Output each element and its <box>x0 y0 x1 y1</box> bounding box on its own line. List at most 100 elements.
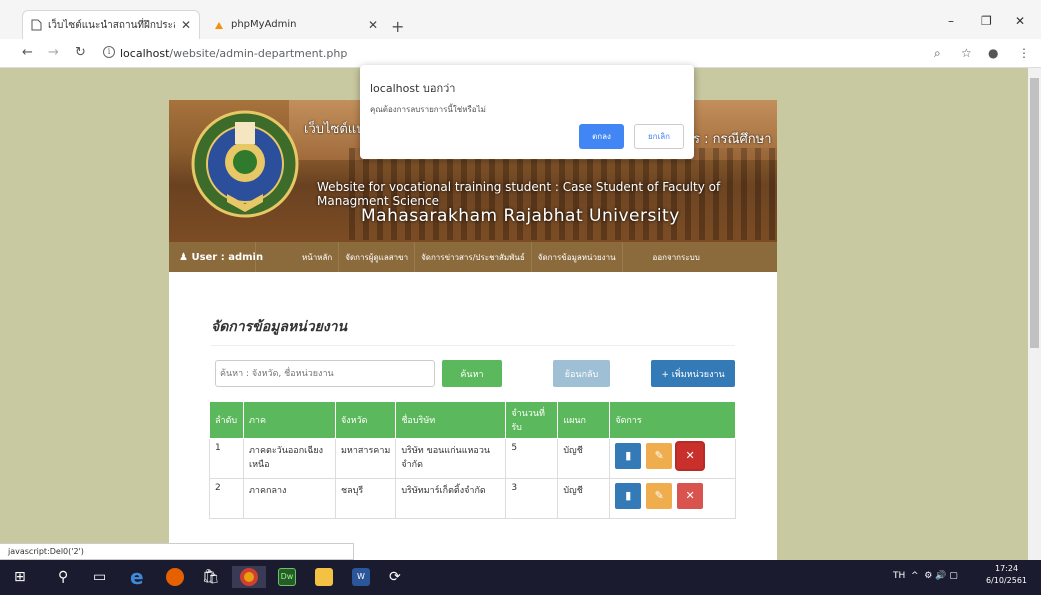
main-nav: ♟ User : admin หน้าหลัก จัดการผู้ดูแลสาข… <box>169 242 777 272</box>
clock-time: 17:24 <box>994 564 1019 573</box>
dialog-title: localhost บอกว่า <box>370 82 456 95</box>
back-arrow-icon[interactable]: ← <box>22 45 33 60</box>
word-icon[interactable]: W <box>352 566 370 588</box>
url-host: localhost <box>120 47 170 60</box>
col-header: จำนวนที่รับ <box>505 401 559 439</box>
nav-item-logout[interactable]: ออกจากระบบ <box>621 242 706 272</box>
store-icon[interactable]: 🛍 <box>202 566 220 588</box>
status-bar: javascript:Del0('2') <box>0 543 354 560</box>
scrollbar-thumb[interactable] <box>1030 78 1039 348</box>
profile-icon[interactable]: ● <box>988 46 998 60</box>
col-header: ชื่อบริษัท <box>395 401 507 439</box>
close-window-button[interactable]: ✕ <box>1015 14 1025 28</box>
cell-actions: ▮ ✎ ✕ <box>609 478 736 519</box>
cell-quota: 5 <box>505 438 559 479</box>
windows-start-icon[interactable]: ⊞ <box>14 566 26 588</box>
cell-no: 2 <box>209 478 244 519</box>
page-icon <box>31 19 42 31</box>
forward-arrow-icon[interactable]: → <box>48 45 59 60</box>
tab-close-icon[interactable]: ✕ <box>368 18 378 32</box>
app-icon[interactable]: ⟳ <box>389 566 401 588</box>
firefox-icon[interactable] <box>166 566 184 588</box>
minimize-button[interactable]: – <box>948 14 954 28</box>
department-table: ลำดับ ภาค จังหวัด ชื่อบริษัท จำนวนที่รับ… <box>209 401 736 519</box>
tab-label: phpMyAdmin <box>231 19 297 30</box>
cell-region: ภาคกลาง <box>243 478 336 519</box>
menu-icon[interactable]: ⋮ <box>1018 46 1030 60</box>
page-title: จัดการข้อมูลหน่วยงาน <box>211 319 348 335</box>
cell-actions: ▮ ✎ ✕ <box>609 438 736 479</box>
dialog-cancel-button[interactable]: ยกเลิก <box>634 124 684 149</box>
page-scrollbar[interactable] <box>1028 68 1041 560</box>
view-file-icon[interactable]: ▮ <box>615 443 642 469</box>
tab-phpmyadmin[interactable]: phpMyAdmin ✕ <box>206 10 386 39</box>
taskbar: ⊞ ⚲ ▭ e 🛍 Dw W ⟳ TH ^ ⚙ 🔊 ▢ 17:24 6/10/25… <box>0 560 1041 595</box>
search-button[interactable]: ค้นหา <box>442 360 502 387</box>
clock-date: 6/10/2561 <box>986 576 1028 585</box>
table-row: 1 ภาคตะวันออกเฉียงเหนือ มหาสารคาม บริษัท… <box>209 438 736 479</box>
user-label: ♟ User : admin <box>179 251 264 263</box>
dialog-message: คุณต้องการลบรายการนี้ใช่หรือไม่ <box>370 105 486 114</box>
bookmark-star-icon[interactable]: ☆ <box>961 46 972 60</box>
cell-quota: 3 <box>505 478 559 519</box>
info-icon[interactable]: i <box>103 46 115 58</box>
search-icon[interactable]: ⚲ <box>58 566 68 588</box>
cell-no: 1 <box>209 438 244 479</box>
nav-item-home[interactable]: หน้าหลัก <box>255 242 338 272</box>
banner-title-right: ร : กรณีศึกษา <box>693 132 772 147</box>
user-name: User : admin <box>191 251 264 263</box>
col-header: ภาค <box>243 401 336 439</box>
confirm-dialog: localhost บอกว่า คุณต้องการลบรายการนี้ใช… <box>360 65 694 159</box>
tab-close-icon[interactable]: ✕ <box>181 18 191 32</box>
edge-icon[interactable]: e <box>130 565 144 589</box>
cell-province: มหาสารคาม <box>334 438 397 479</box>
search-input[interactable] <box>215 360 435 387</box>
col-header: แผนก <box>557 401 611 439</box>
zoom-icon[interactable]: ⌕ <box>934 46 941 61</box>
nav-item-admins[interactable]: จัดการผู้ดูแลสาขา <box>338 242 414 272</box>
col-header: จัดการ <box>609 401 736 439</box>
clock[interactable]: 17:24 6/10/2561 <box>986 563 1027 587</box>
university-seal-icon <box>191 110 299 218</box>
screen: เว็บไซต์แนะนำสถานที่ฝึกประสบการณ์ ✕ phpM… <box>0 0 1041 595</box>
cell-region: ภาคตะวันออกเฉียงเหนือ <box>243 438 336 479</box>
dreamweaver-icon[interactable]: Dw <box>278 566 296 588</box>
new-tab-button[interactable]: + <box>391 17 404 36</box>
cell-company: บริษัทมาร์เก็ตติ้งจำกัด <box>395 478 507 519</box>
cell-dept: บัญชี <box>557 478 611 519</box>
address-bar: ← → ↻ i localhost/website/admin-departme… <box>0 39 1041 68</box>
content-container: เว็บไซต์แนะ ร : กรณีศึกษา Website for vo… <box>169 100 777 560</box>
file-explorer-icon[interactable] <box>315 566 333 588</box>
tab-label: เว็บไซต์แนะนำสถานที่ฝึกประสบการณ์ <box>48 19 175 31</box>
back-button[interactable]: ย้อนกลับ <box>553 360 610 387</box>
add-department-button[interactable]: + เพิ่มหน่วยงาน <box>651 360 735 387</box>
edit-icon[interactable]: ✎ <box>646 483 673 509</box>
restore-button[interactable]: ❐ <box>981 14 992 28</box>
cell-company: บริษัท ขอนแก่นแหอวน จำกัด <box>395 438 507 479</box>
system-tray: TH ^ ⚙ 🔊 ▢ <box>893 571 958 581</box>
nav-item-news[interactable]: จัดการข่าวสาร/ประชาสัมพันธ์ <box>414 242 531 272</box>
col-header: จังหวัด <box>334 401 397 439</box>
view-file-icon[interactable]: ▮ <box>615 483 642 509</box>
url-field[interactable]: localhost/website/admin-department.php <box>120 47 347 60</box>
banner-subtitle: Website for vocational training student … <box>317 180 721 208</box>
cell-dept: บัญชี <box>557 438 611 479</box>
dialog-ok-button[interactable]: ตกลง <box>579 124 624 149</box>
table-row: 2 ภาคกลาง ชลบุรี บริษัทมาร์เก็ตติ้งจำกัด… <box>209 478 736 519</box>
reload-icon[interactable]: ↻ <box>75 45 86 60</box>
delete-icon[interactable]: ✕ <box>677 443 704 469</box>
banner-university: Mahasarakham Rajabhat University <box>361 206 680 226</box>
divider <box>211 345 735 346</box>
language-indicator[interactable]: TH <box>893 571 905 581</box>
cell-province: ชลบุรี <box>334 478 397 519</box>
task-view-icon[interactable]: ▭ <box>93 566 106 588</box>
chrome-icon[interactable] <box>232 566 266 588</box>
browser-tab-bar: เว็บไซต์แนะนำสถานที่ฝึกประสบการณ์ ✕ phpM… <box>0 0 1041 39</box>
nav-item-departments[interactable]: จัดการข้อมูลหน่วยงาน <box>530 242 622 272</box>
delete-icon[interactable]: ✕ <box>677 483 704 509</box>
phpmyadmin-icon <box>215 21 223 29</box>
edit-icon[interactable]: ✎ <box>646 443 673 469</box>
url-path: /website/admin-department.php <box>169 47 348 60</box>
tab-current[interactable]: เว็บไซต์แนะนำสถานที่ฝึกประสบการณ์ ✕ <box>22 10 200 39</box>
table-header-row: ลำดับ ภาค จังหวัด ชื่อบริษัท จำนวนที่รับ… <box>209 401 736 439</box>
